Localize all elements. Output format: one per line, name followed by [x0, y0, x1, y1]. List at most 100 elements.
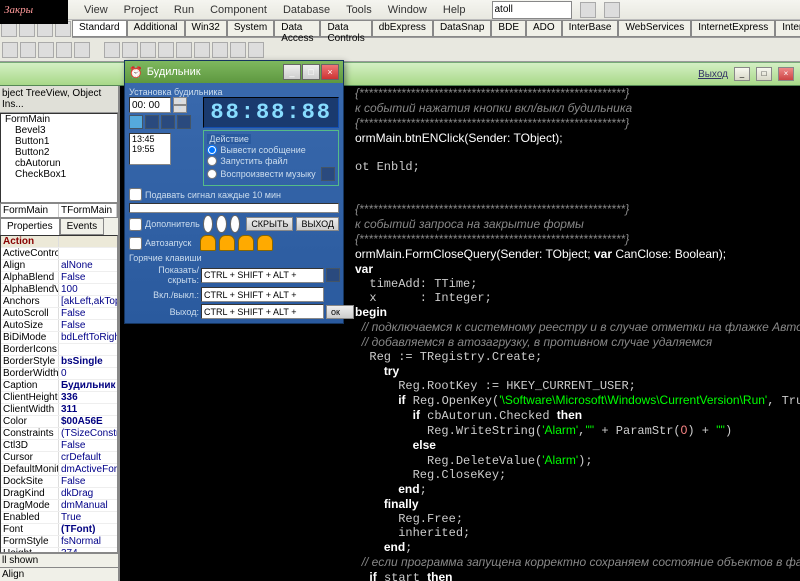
tree-item[interactable]: Bevel3 [1, 125, 117, 136]
extra-checkbox[interactable] [129, 218, 142, 231]
weekday-toggle[interactable] [177, 115, 191, 129]
hotkey-input[interactable] [201, 304, 324, 319]
prop-value[interactable]: 0 [59, 368, 117, 379]
hotkey-input[interactable] [201, 268, 324, 283]
component-icon[interactable] [212, 42, 228, 58]
minimize-button[interactable]: _ [734, 67, 750, 81]
prop-value[interactable]: fsNormal [59, 536, 117, 547]
radio-message[interactable] [207, 145, 217, 155]
prop-value[interactable]: False [59, 476, 117, 487]
tab-win32[interactable]: Win32 [185, 20, 227, 37]
tree-item[interactable]: Button1 [1, 136, 117, 147]
weekday-toggle[interactable] [161, 115, 175, 129]
component-icon[interactable] [194, 42, 210, 58]
prop-value[interactable]: dmManual [59, 500, 117, 511]
help-icon[interactable] [580, 2, 596, 18]
component-combo[interactable]: FormMainTFormMain [0, 203, 118, 218]
prop-value[interactable]: dkDrag [59, 488, 117, 499]
spin-up-button[interactable]: ▲ [173, 97, 187, 105]
clock-icon[interactable] [230, 215, 241, 233]
prop-value[interactable]: True [59, 512, 117, 523]
component-icon[interactable] [122, 42, 138, 58]
exit-link[interactable]: Выход [698, 69, 728, 80]
tab-system[interactable]: System [227, 20, 274, 37]
tab-datacontrols[interactable]: Data Controls [320, 20, 371, 37]
prop-value[interactable] [59, 344, 117, 355]
prop-value[interactable]: [akLeft,akTop] [59, 296, 117, 307]
prop-value[interactable]: Будильник [59, 380, 117, 391]
prop-value[interactable]: alNone [59, 260, 117, 271]
close-button[interactable]: × [321, 64, 339, 80]
slider[interactable] [129, 203, 339, 213]
repeat-checkbox[interactable] [129, 188, 142, 201]
radio-playmusic[interactable] [207, 169, 217, 179]
bell-icon[interactable] [219, 235, 235, 251]
tree-item[interactable]: cbAutorun [1, 158, 117, 169]
run-icon[interactable] [56, 42, 72, 58]
time-input[interactable] [129, 97, 171, 113]
tab-bde[interactable]: BDE [491, 20, 526, 37]
ok-button[interactable]: ок [326, 305, 354, 319]
tab-dataaccess[interactable]: Data Access [274, 20, 320, 37]
component-icon[interactable] [230, 42, 246, 58]
hk-browse[interactable] [326, 268, 340, 282]
menu-component[interactable]: Component [206, 3, 271, 17]
pause-icon[interactable] [74, 42, 90, 58]
browse-button[interactable] [321, 167, 335, 181]
prop-value[interactable]: bdLeftToRight [59, 332, 117, 343]
menu-help[interactable]: Help [439, 3, 470, 17]
tab-dbexpress[interactable]: dbExpress [372, 20, 433, 37]
maximize-button[interactable]: □ [302, 64, 320, 80]
tree-item[interactable]: Button2 [1, 147, 117, 158]
menu-tools[interactable]: Tools [342, 3, 376, 17]
component-icon[interactable] [176, 42, 192, 58]
tab-ado[interactable]: ADO [526, 20, 562, 37]
bell-icon[interactable] [257, 235, 273, 251]
help-search-input[interactable] [492, 1, 572, 19]
maximize-button[interactable]: □ [756, 67, 772, 81]
tab-internetexpress[interactable]: InternetExpress [691, 20, 775, 37]
prop-value[interactable]: 100 [59, 284, 117, 295]
prop-value[interactable]: (TFont) [59, 524, 117, 535]
save-icon[interactable] [20, 42, 36, 58]
tab-internet[interactable]: Internet [775, 20, 800, 37]
property-grid[interactable]: Action ActiveControlAlignalNoneAlphaBlen… [0, 235, 118, 553]
prop-value[interactable]: False [59, 272, 117, 283]
weekday-toggle[interactable] [145, 115, 159, 129]
prop-value[interactable]: (TSizeConstra [59, 428, 117, 439]
prop-value[interactable]: 336 [59, 392, 117, 403]
component-icon[interactable] [248, 42, 264, 58]
clock-icon[interactable] [203, 215, 214, 233]
radio-runfile[interactable] [207, 156, 217, 166]
menu-run[interactable]: Run [170, 3, 198, 17]
minimize-button[interactable]: _ [283, 64, 301, 80]
close-button[interactable]: × [778, 67, 794, 81]
prop-value[interactable]: 311 [59, 404, 117, 415]
component-icon[interactable] [158, 42, 174, 58]
tab-additional[interactable]: Additional [127, 20, 185, 37]
prop-value[interactable] [59, 248, 117, 259]
weekday-toggle[interactable] [129, 115, 143, 129]
menu-database[interactable]: Database [279, 3, 334, 17]
tab-interbase[interactable]: InterBase [562, 20, 619, 37]
clock-icon[interactable] [216, 215, 227, 233]
component-icon[interactable] [140, 42, 156, 58]
hide-button[interactable]: СКРЫТЬ [246, 217, 293, 231]
saveall-icon[interactable] [38, 42, 54, 58]
toolbar-icon[interactable] [604, 2, 620, 18]
menu-project[interactable]: Project [120, 3, 162, 17]
alarm-titlebar[interactable]: ⏰ Будильник _ □ × [125, 61, 343, 83]
autostart-checkbox[interactable] [129, 237, 142, 250]
object-tree[interactable]: FormMain Bevel3 Button1 Button2 cbAutoru… [0, 113, 118, 203]
prop-value[interactable]: bsSingle [59, 356, 117, 367]
exit-button[interactable]: ВЫХОД [296, 217, 339, 231]
menu-view[interactable]: View [80, 3, 112, 17]
prop-value[interactable]: dmActiveForm [59, 464, 117, 475]
spin-down-button[interactable]: ▼ [173, 105, 187, 113]
prop-value[interactable]: False [59, 308, 117, 319]
tab-events[interactable]: Events [60, 218, 105, 235]
tab-properties[interactable]: Properties [0, 218, 60, 235]
open-icon[interactable] [2, 42, 18, 58]
tree-item[interactable]: FormMain [1, 114, 117, 125]
tab-datasnap[interactable]: DataSnap [433, 20, 491, 37]
